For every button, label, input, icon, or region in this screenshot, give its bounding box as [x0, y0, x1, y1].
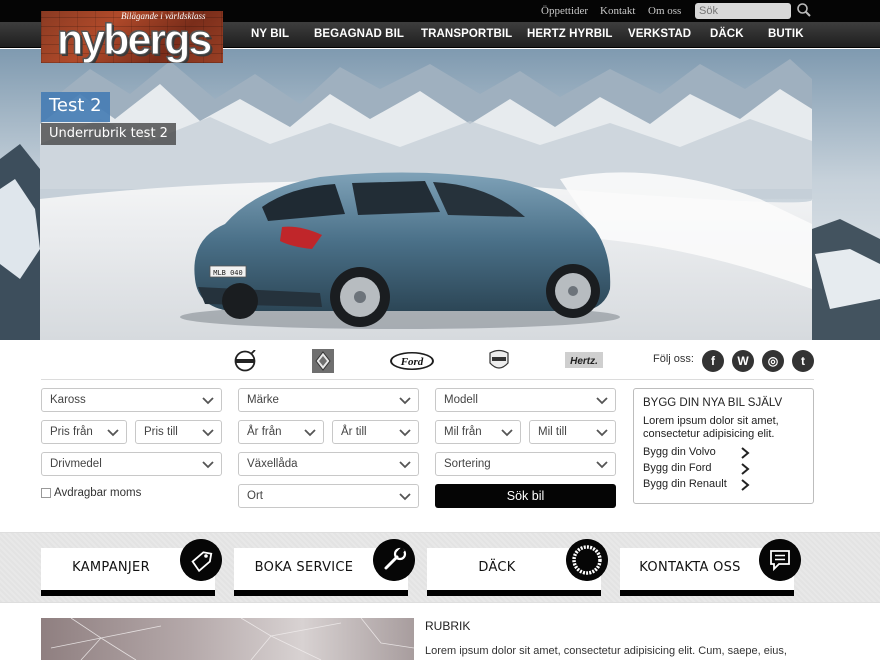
- build-title: BYGG DIN NYA BIL SJÄLV: [643, 397, 783, 409]
- hertz-logo-icon[interactable]: Hertz.: [565, 352, 603, 368]
- select-ar-fran-value: År från: [247, 426, 282, 438]
- select-modell[interactable]: Modell: [435, 388, 616, 412]
- top-link-oppettider[interactable]: Öppettider: [541, 5, 588, 17]
- chevron-down-icon: [202, 397, 214, 405]
- select-vaxellada-value: Växellåda: [247, 458, 298, 470]
- select-kaross-value: Kaross: [50, 394, 86, 406]
- follow-label: Följ oss:: [653, 353, 694, 365]
- article-image[interactable]: [41, 618, 414, 660]
- select-marke-value: Märke: [247, 394, 279, 406]
- nav-butik[interactable]: BUTIK: [768, 28, 804, 40]
- select-drivmedel[interactable]: Drivmedel: [41, 452, 222, 476]
- select-ar-till-value: År till: [341, 426, 367, 438]
- feature-label: KAMPANJER: [72, 560, 150, 575]
- nav-begagnad-bil[interactable]: BEGAGNAD BIL: [314, 28, 404, 40]
- nav-verkstad[interactable]: VERKSTAD: [628, 28, 691, 40]
- select-ar-fran[interactable]: År från: [238, 420, 324, 444]
- svg-text:MLB 040: MLB 040: [213, 269, 243, 277]
- twitter-icon[interactable]: t: [792, 350, 814, 372]
- feature-boka-service[interactable]: BOKA SERVICE: [234, 539, 415, 596]
- ford-logo-icon[interactable]: Ford: [389, 351, 435, 371]
- hero-subtitle: Underrubrik test 2: [41, 123, 176, 145]
- select-pris-fran[interactable]: Pris från: [41, 420, 127, 444]
- feature-dack[interactable]: DÄCK: [427, 539, 608, 596]
- chevron-down-icon: [202, 429, 214, 437]
- chevron-down-icon: [399, 493, 411, 501]
- cracked-glass-image: [50, 618, 414, 660]
- feature-label: BOKA SERVICE: [254, 560, 354, 575]
- hero-image: MLB 040: [0, 49, 880, 340]
- select-modell-value: Modell: [444, 394, 478, 406]
- hero-banner[interactable]: MLB 040: [0, 49, 880, 340]
- build-link-renault[interactable]: Bygg din Renault: [643, 478, 727, 490]
- chat-bubble-icon: [759, 539, 801, 581]
- chevron-down-icon: [107, 429, 119, 437]
- chevron-down-icon: [399, 397, 411, 405]
- chevron-right-icon[interactable]: [740, 479, 750, 491]
- select-mil-till-value: Mil till: [538, 426, 567, 438]
- feature-label: KONTAKTA OSS: [639, 560, 741, 575]
- select-mil-till[interactable]: Mil till: [529, 420, 616, 444]
- select-pris-fran-value: Pris från: [50, 426, 93, 438]
- article-text: Lorem ipsum dolor sit amet, consectetur …: [425, 645, 787, 657]
- chevron-down-icon: [596, 461, 608, 469]
- logo[interactable]: Bilägande i världsklass nybergs: [41, 11, 223, 63]
- svg-text:Hertz.: Hertz.: [570, 356, 598, 367]
- build-text: Lorem ipsum dolor sit amet, consectetur …: [643, 415, 779, 440]
- logo-text: nybergs: [56, 16, 212, 64]
- svg-text:Ford: Ford: [400, 356, 424, 368]
- select-pris-till[interactable]: Pris till: [135, 420, 222, 444]
- chevron-down-icon: [596, 397, 608, 405]
- renault-logo-icon[interactable]: [312, 349, 334, 373]
- chevron-down-icon: [399, 461, 411, 469]
- moms-checkbox[interactable]: [41, 488, 51, 498]
- select-marke[interactable]: Märke: [238, 388, 419, 412]
- chevron-right-icon[interactable]: [740, 447, 750, 459]
- chevron-down-icon: [202, 461, 214, 469]
- chevron-down-icon: [501, 429, 513, 437]
- select-drivmedel-value: Drivmedel: [50, 458, 102, 470]
- nav-hertz-hyrbil[interactable]: HERTZ HYRBIL: [527, 28, 613, 40]
- select-mil-fran[interactable]: Mil från: [435, 420, 521, 444]
- article-title: RUBRIK: [425, 619, 471, 633]
- search-icon[interactable]: [796, 2, 812, 18]
- price-tag-icon: [180, 539, 222, 581]
- top-link-kontakt[interactable]: Kontakt: [600, 5, 635, 17]
- search-car-button[interactable]: Sök bil: [435, 484, 616, 508]
- dacia-logo-icon[interactable]: [488, 349, 510, 373]
- select-ar-till[interactable]: År till: [332, 420, 419, 444]
- volvo-logo-icon[interactable]: [233, 350, 257, 372]
- instagram-icon[interactable]: ◎: [762, 350, 784, 372]
- select-kaross[interactable]: Kaross: [41, 388, 222, 412]
- search-input[interactable]: [695, 3, 791, 19]
- chevron-right-icon[interactable]: [740, 463, 750, 475]
- nav-dack[interactable]: DÄCK: [710, 28, 744, 40]
- feature-kontakta-oss[interactable]: KONTAKTA OSS: [620, 539, 801, 596]
- select-vaxellada[interactable]: Växellåda: [238, 452, 419, 476]
- top-link-om-oss[interactable]: Om oss: [648, 5, 681, 17]
- select-pris-till-value: Pris till: [144, 426, 178, 438]
- wordpress-icon[interactable]: W: [732, 350, 754, 372]
- divider: [41, 379, 814, 380]
- chevron-down-icon: [399, 429, 411, 437]
- build-link-volvo[interactable]: Bygg din Volvo: [643, 446, 716, 458]
- feature-kampanjer[interactable]: KAMPANJER: [41, 539, 222, 596]
- select-sortering[interactable]: Sortering: [435, 452, 616, 476]
- nav-transportbil[interactable]: TRANSPORTBIL: [421, 28, 512, 40]
- hero-title: Test 2: [41, 92, 110, 122]
- wrench-icon: [373, 539, 415, 581]
- select-mil-fran-value: Mil från: [444, 426, 482, 438]
- facebook-icon[interactable]: f: [702, 350, 724, 372]
- chevron-down-icon: [304, 429, 316, 437]
- moms-label[interactable]: Avdragbar moms: [54, 487, 141, 499]
- build-link-ford[interactable]: Bygg din Ford: [643, 462, 711, 474]
- build-your-car-box: BYGG DIN NYA BIL SJÄLV Lorem ipsum dolor…: [633, 388, 814, 504]
- select-sortering-value: Sortering: [444, 458, 491, 470]
- chevron-down-icon: [596, 429, 608, 437]
- feature-label: DÄCK: [478, 560, 516, 575]
- select-ort-value: Ort: [247, 490, 263, 502]
- tire-icon: [566, 539, 608, 581]
- select-ort[interactable]: Ort: [238, 484, 419, 508]
- nav-ny-bil[interactable]: NY BIL: [251, 28, 289, 40]
